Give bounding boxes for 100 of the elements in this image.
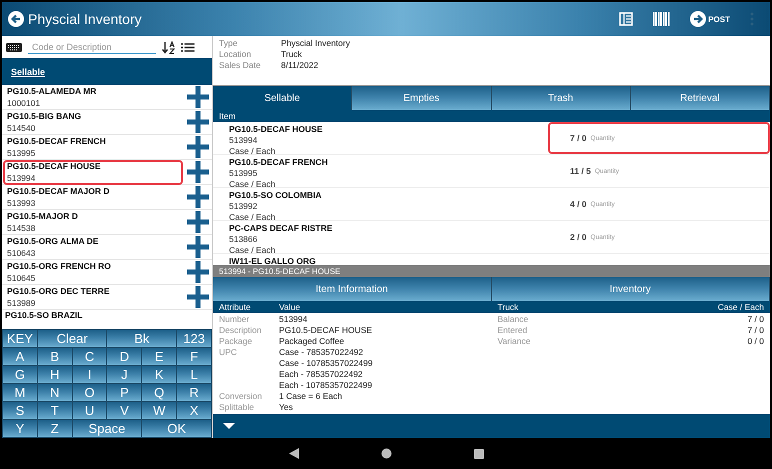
tab[interactable]: Inventory bbox=[492, 277, 770, 301]
key-button[interactable]: L bbox=[177, 366, 211, 383]
keyboard-icon bbox=[6, 42, 22, 52]
list-view-button[interactable] bbox=[181, 42, 195, 52]
key-button[interactable]: Y bbox=[3, 420, 37, 437]
tab[interactable]: Retrieval bbox=[630, 86, 770, 110]
home-button[interactable] bbox=[380, 448, 392, 459]
key-button[interactable]: I bbox=[72, 366, 106, 383]
attribute-label: Splittable bbox=[219, 402, 255, 412]
field-value: 8/11/2022 bbox=[281, 60, 320, 70]
arrow-right-icon bbox=[690, 11, 706, 27]
attribute-value: Packaged Coffee bbox=[279, 336, 344, 346]
caret-down-icon bbox=[223, 423, 235, 429]
sort-button[interactable] bbox=[162, 40, 175, 54]
inventory-value: 0 / 0 bbox=[747, 336, 764, 346]
item-unit: Case / Each bbox=[229, 212, 276, 222]
key-button[interactable]: D bbox=[107, 348, 142, 365]
inventory-label: Entered bbox=[498, 324, 528, 334]
key-button[interactable]: T bbox=[38, 402, 72, 419]
key-button[interactable]: OK bbox=[142, 420, 211, 437]
attribute-value: 1 Case = 6 Each bbox=[279, 390, 342, 400]
key-button[interactable]: W bbox=[142, 402, 176, 419]
key-button[interactable]: A bbox=[3, 348, 37, 365]
key-button[interactable]: V bbox=[107, 402, 142, 419]
back-button[interactable] bbox=[8, 11, 24, 27]
key-button[interactable]: S bbox=[3, 402, 37, 419]
product-name: PG10.5-DECAF FRENCH bbox=[7, 136, 107, 146]
add-button[interactable] bbox=[187, 286, 209, 308]
key-button[interactable]: U bbox=[72, 402, 106, 419]
item-name: PG10.5-SO COLOMBIA bbox=[229, 190, 323, 200]
tab[interactable]: Trash bbox=[492, 86, 631, 110]
post-button[interactable]: POST bbox=[690, 11, 730, 27]
tab[interactable]: Item Information bbox=[213, 277, 492, 301]
attribute-value: Each - 785357022492 bbox=[279, 368, 363, 378]
item-name: PG10.5-DECAF HOUSE bbox=[229, 124, 324, 134]
key-button[interactable]: Z bbox=[38, 420, 72, 437]
key-button[interactable]: R bbox=[177, 384, 211, 401]
product-name: PG10.5-ORG DEC TERRE bbox=[7, 286, 110, 296]
product-code: 513994 bbox=[7, 173, 36, 183]
list-header: Sellable bbox=[11, 66, 46, 76]
panel-button[interactable] bbox=[619, 12, 634, 26]
recents-square-icon bbox=[474, 448, 484, 458]
item-code: 513866 bbox=[229, 234, 258, 244]
key-button[interactable]: P bbox=[107, 384, 142, 401]
column-header: Value bbox=[279, 302, 300, 312]
key-button[interactable]: C bbox=[72, 348, 106, 365]
product-code: 513995 bbox=[7, 148, 36, 158]
key-button[interactable]: Bk bbox=[107, 330, 176, 347]
barcode-button[interactable] bbox=[653, 12, 670, 26]
key-button[interactable]: H bbox=[38, 366, 72, 383]
add-button[interactable] bbox=[187, 186, 209, 208]
key-button[interactable]: O bbox=[72, 384, 106, 401]
column-header: Case / Each bbox=[718, 302, 764, 312]
plus-icon bbox=[187, 86, 209, 108]
add-button[interactable] bbox=[187, 161, 209, 183]
add-button[interactable] bbox=[187, 261, 209, 283]
key-button[interactable]: F bbox=[177, 348, 211, 365]
plus-icon bbox=[187, 186, 209, 208]
add-button[interactable] bbox=[187, 86, 209, 108]
product-name: PG10.5-ORG ALMA DE bbox=[7, 236, 100, 246]
attribute-value: 513994 bbox=[279, 314, 308, 324]
inventory-label: Balance bbox=[498, 314, 530, 324]
list-panel-icon bbox=[619, 12, 634, 26]
column-header: Item bbox=[219, 111, 236, 121]
key-button[interactable]: B bbox=[38, 348, 72, 365]
field-label: Location bbox=[219, 49, 252, 59]
attribute-value: Case - 785357022492 bbox=[279, 346, 364, 356]
field-label: Type bbox=[219, 38, 238, 48]
tab[interactable]: Empties bbox=[352, 86, 492, 110]
key-button[interactable]: K bbox=[142, 366, 176, 383]
recents-button[interactable] bbox=[474, 448, 484, 458]
key-button[interactable]: J bbox=[107, 366, 142, 383]
quantity-value: 7 / 0 bbox=[570, 133, 587, 143]
field-value: Truck bbox=[281, 49, 303, 59]
keyboard-button[interactable] bbox=[6, 42, 22, 52]
add-button[interactable] bbox=[187, 111, 209, 133]
attribute-label: Description bbox=[219, 324, 263, 334]
tab[interactable]: Sellable bbox=[213, 86, 352, 110]
expand-button[interactable] bbox=[223, 423, 235, 429]
add-button[interactable] bbox=[187, 136, 209, 158]
key-button[interactable]: Space bbox=[72, 420, 142, 437]
item-name: PC-CAPS DECAF RISTRE bbox=[229, 223, 334, 233]
add-button[interactable] bbox=[187, 236, 209, 258]
key-button[interactable]: X bbox=[177, 402, 211, 419]
key-button[interactable]: E bbox=[142, 348, 176, 365]
item-code: 513994 bbox=[229, 135, 258, 145]
key-button[interactable]: Clear bbox=[38, 330, 106, 347]
plus-icon bbox=[187, 161, 209, 183]
product-code: 513993 bbox=[7, 198, 36, 208]
search-field[interactable]: Code or Description bbox=[28, 40, 156, 54]
barcode-icon bbox=[653, 12, 670, 26]
key-button[interactable]: N bbox=[38, 384, 72, 401]
key-button[interactable]: 123 bbox=[177, 330, 211, 347]
key-button[interactable]: Q bbox=[142, 384, 176, 401]
column-header: Attribute bbox=[219, 302, 252, 312]
back-button[interactable] bbox=[288, 448, 298, 459]
key-button[interactable]: M bbox=[3, 384, 37, 401]
key-button[interactable]: KEY bbox=[3, 330, 37, 347]
add-button[interactable] bbox=[187, 211, 209, 233]
key-button[interactable]: G bbox=[3, 366, 37, 383]
